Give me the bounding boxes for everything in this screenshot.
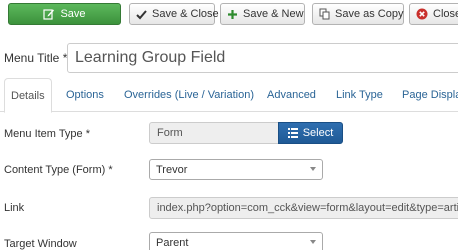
tab-bar: Details Options Overrides (Live / Variat… xyxy=(0,78,458,113)
edit-icon xyxy=(43,8,55,20)
list-icon xyxy=(287,128,298,138)
plus-icon xyxy=(227,9,238,20)
target-window-value: Parent xyxy=(156,236,189,249)
content-type-value: Trevor xyxy=(156,163,188,176)
check-icon xyxy=(136,9,147,20)
tab-overrides[interactable]: Overrides (Live / Variation) xyxy=(118,78,260,112)
tab-options[interactable]: Options xyxy=(60,78,110,112)
save-copy-label: Save as Copy xyxy=(335,8,404,20)
save-copy-button[interactable]: Save as Copy xyxy=(312,3,404,25)
copy-icon xyxy=(319,8,330,20)
tab-page-display[interactable]: Page Display xyxy=(396,78,458,112)
tab-advanced[interactable]: Advanced xyxy=(261,78,322,112)
content-type-select[interactable]: Trevor xyxy=(149,159,323,180)
menu-item-type-label: Menu Item Type * xyxy=(4,128,91,140)
content-type-label: Content Type (Form) * xyxy=(4,164,113,176)
tab-details[interactable]: Details xyxy=(4,78,52,113)
save-label: Save xyxy=(60,8,86,20)
save-button[interactable]: Save xyxy=(8,3,121,25)
target-window-select[interactable]: Parent xyxy=(149,232,323,250)
menu-title-input[interactable]: Learning Group Field xyxy=(67,43,458,73)
select-button-label: Select xyxy=(302,127,334,139)
chevron-down-icon xyxy=(310,167,316,171)
link-value: index.php?option=com_cck&view=form&layou… xyxy=(149,197,458,219)
save-new-button[interactable]: Save & New xyxy=(220,3,305,25)
save-new-label: Save & New xyxy=(243,8,304,20)
menu-item-type-value: Form xyxy=(149,122,279,144)
chevron-down-icon xyxy=(310,240,316,244)
close-label: Close xyxy=(433,8,458,20)
toolbar: Save Save & Close Save & New Save as Cop… xyxy=(0,0,458,30)
target-window-label: Target Window xyxy=(4,238,77,250)
cancel-icon xyxy=(416,8,428,20)
menu-title-label: Menu Title * xyxy=(4,51,68,65)
close-button[interactable]: Close xyxy=(409,3,458,25)
link-label: Link xyxy=(4,202,25,214)
tab-link-type[interactable]: Link Type xyxy=(330,78,389,112)
save-close-label: Save & Close xyxy=(152,8,219,20)
select-menu-type-button[interactable]: Select xyxy=(278,122,343,144)
save-close-button[interactable]: Save & Close xyxy=(129,3,219,25)
